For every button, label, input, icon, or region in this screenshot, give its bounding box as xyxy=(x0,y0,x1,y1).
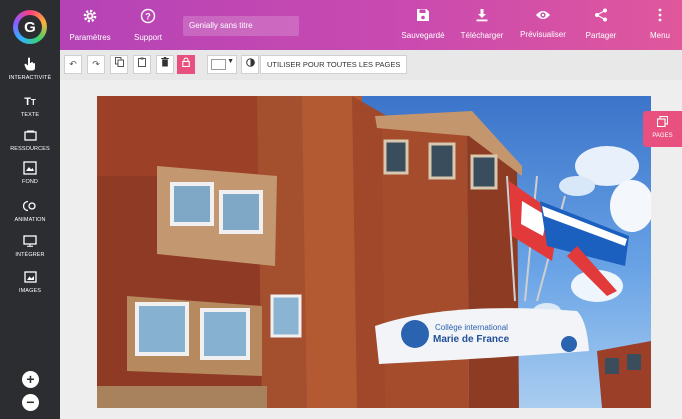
support-label: Support xyxy=(133,33,163,42)
color-swatch xyxy=(211,59,226,70)
lock-icon xyxy=(182,57,190,69)
share-button[interactable]: Partager xyxy=(581,8,621,40)
contrast-icon xyxy=(245,58,255,69)
lock-button[interactable] xyxy=(177,55,195,74)
support-button[interactable]: ? Support xyxy=(128,8,168,42)
sidebar-item-label: IMAGES xyxy=(19,288,41,294)
download-button[interactable]: Télécharger xyxy=(459,8,505,40)
sidebar-item-label: INTÉGRER xyxy=(15,252,45,258)
sidebar-item-integrer[interactable]: INTÉGRER xyxy=(0,234,60,258)
editor-toolbar: ↶ ↷ ▼ UTILISER POUR TOUTES LES PAGES xyxy=(60,50,682,80)
saved-label: Sauvegardé xyxy=(401,31,445,40)
clipboard-icon xyxy=(138,57,146,69)
background-color-select[interactable]: ▼ xyxy=(207,55,237,74)
save-button[interactable]: Sauvegardé xyxy=(400,8,446,40)
caret-down-icon: ▼ xyxy=(227,58,234,65)
sidebar-item-fond[interactable]: FOND xyxy=(0,161,60,185)
image-icon xyxy=(0,270,60,286)
sign-line-1: Collège international xyxy=(435,323,508,332)
undo-icon: ↶ xyxy=(69,59,77,69)
slide-canvas[interactable]: Collège international Marie de France xyxy=(97,96,651,408)
canvas-area: Collège international Marie de France xyxy=(60,80,682,419)
pages-label: PAGES xyxy=(652,133,673,139)
sidebar-item-interactivite[interactable]: INTERACTIVITÉ xyxy=(0,57,60,81)
sidebar-item-label: RESSOURCES xyxy=(10,146,50,152)
svg-text:?: ? xyxy=(145,12,151,22)
redo-icon: ↷ xyxy=(92,59,100,69)
background-photo: Collège international Marie de France xyxy=(97,96,651,408)
sidebar-item-animation[interactable]: ANIMATION xyxy=(0,199,60,223)
paste-button[interactable] xyxy=(133,55,151,74)
menu-label: Menu xyxy=(649,31,670,40)
menu-button[interactable]: Menu xyxy=(642,8,678,40)
sidebar-item-label: TEXTE xyxy=(20,112,40,118)
pages-icon xyxy=(643,115,682,130)
sidebar-item-texte[interactable]: TT TEXTE xyxy=(0,94,60,118)
sign-line-2: Marie de France xyxy=(433,334,510,345)
floppy-disk-icon xyxy=(400,8,446,27)
gear-icon xyxy=(68,8,112,29)
copy-icon xyxy=(114,57,124,69)
trash-icon xyxy=(161,57,169,69)
sidebar-item-label: ANIMATION xyxy=(14,217,46,223)
sidebar-item-label: INTERACTIVITÉ xyxy=(8,75,52,81)
download-icon xyxy=(459,8,505,27)
resources-icon xyxy=(0,128,60,144)
apply-all-pages-button[interactable]: UTILISER POUR TOUTES LES PAGES xyxy=(260,55,408,74)
zoom-in-button[interactable]: + xyxy=(22,371,39,388)
pages-panel-button[interactable]: PAGES xyxy=(643,111,682,147)
copy-button[interactable] xyxy=(110,55,128,74)
title-input[interactable] xyxy=(183,16,299,36)
sidebar-item-ressources[interactable]: RESSOURCES xyxy=(0,128,60,152)
zoom-out-button[interactable]: − xyxy=(22,394,39,411)
download-label: Télécharger xyxy=(460,31,504,40)
text-icon: TT xyxy=(24,96,36,108)
preview-label: Prévisualiser xyxy=(520,30,566,39)
sidebar-item-label: FOND xyxy=(22,179,38,185)
sidebar-item-images[interactable]: IMAGES xyxy=(0,270,60,294)
logo-letter: G xyxy=(18,15,42,39)
eye-icon xyxy=(518,8,568,26)
genially-logo[interactable]: G xyxy=(13,10,47,44)
share-label: Partager xyxy=(585,31,617,40)
left-sidebar: G INTERACTIVITÉ TT TEXTE RESSOURCES FOND… xyxy=(0,0,60,419)
contrast-button[interactable] xyxy=(241,55,259,74)
animation-icon xyxy=(0,199,60,215)
settings-button[interactable]: Paramètres xyxy=(68,8,112,42)
undo-button[interactable]: ↶ xyxy=(64,55,82,74)
background-icon xyxy=(0,161,60,177)
settings-label: Paramètres xyxy=(69,33,111,42)
kebab-menu-icon xyxy=(642,8,678,27)
delete-button[interactable] xyxy=(156,55,174,74)
help-icon: ? xyxy=(128,8,168,29)
redo-button[interactable]: ↷ xyxy=(87,55,105,74)
embed-icon xyxy=(0,234,60,250)
top-bar: Paramètres ? Support Sauvegardé Téléchar… xyxy=(60,0,682,50)
share-icon xyxy=(581,8,621,27)
preview-button[interactable]: Prévisualiser xyxy=(518,8,568,39)
hand-pointer-icon xyxy=(0,57,60,73)
